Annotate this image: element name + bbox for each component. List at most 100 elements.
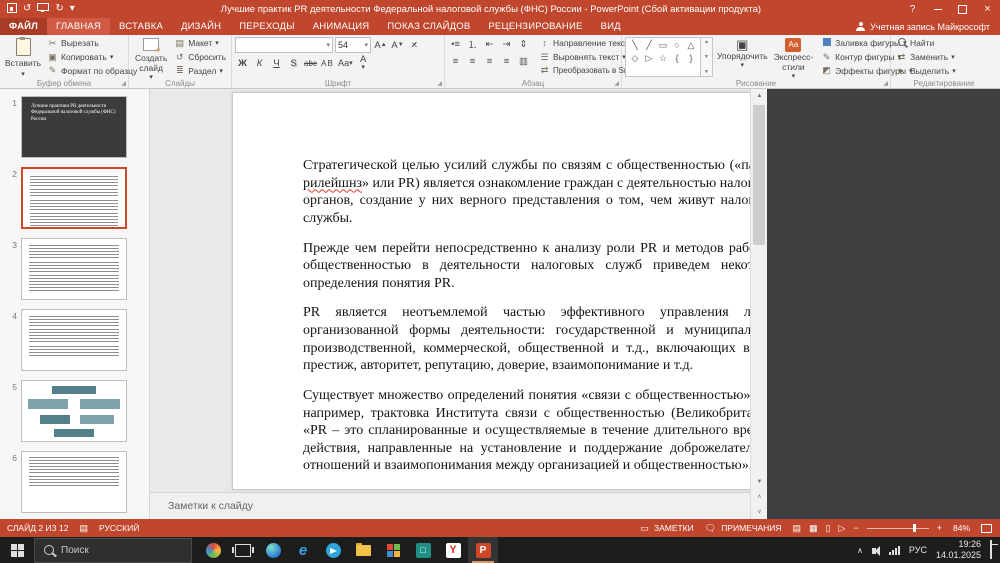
- layout-button[interactable]: ▤ Макет: [172, 37, 228, 50]
- action-center-icon[interactable]: [990, 541, 992, 559]
- thumbnail-1-preview[interactable]: Лучшие практики PR деятельности Федераль…: [21, 96, 127, 158]
- zoom-out-icon[interactable]: −: [849, 523, 862, 533]
- account-button[interactable]: Учетная запись Майкрософт: [846, 18, 1000, 35]
- reset-button[interactable]: ↺ Сбросить: [172, 51, 228, 64]
- justify-icon[interactable]: ≡: [499, 54, 514, 68]
- minimize-button[interactable]: [925, 0, 950, 18]
- columns-icon[interactable]: ▥: [516, 54, 531, 68]
- thumbnail-slide-6[interactable]: 6: [0, 451, 149, 513]
- change-case-button[interactable]: Аа: [337, 56, 354, 70]
- arrange-button[interactable]: ▣ Упорядочить: [715, 37, 770, 77]
- help-button[interactable]: ?: [900, 0, 925, 18]
- tab-animations[interactable]: АНИМАЦИЯ: [304, 18, 379, 35]
- zoom-level[interactable]: 84%: [946, 523, 977, 533]
- underline-button[interactable]: Ч: [269, 56, 284, 70]
- edge-icon[interactable]: [258, 537, 288, 563]
- thumbnail-slide-1[interactable]: 1 Лучшие практики PR деятельности Федера…: [0, 96, 149, 158]
- shapes-gallery-scroll[interactable]: ▲ ▼ ▼: [701, 37, 713, 77]
- tab-transitions[interactable]: ПЕРЕХОДЫ: [230, 18, 303, 35]
- italic-button[interactable]: К: [252, 56, 267, 70]
- shape-brace-right-icon[interactable]: }: [689, 54, 692, 63]
- select-button[interactable]: ▸ Выделить: [894, 64, 958, 77]
- network-icon[interactable]: [889, 546, 900, 555]
- increase-indent-icon[interactable]: ⇥: [499, 37, 514, 51]
- save-icon[interactable]: [7, 3, 17, 16]
- tab-file[interactable]: ФАЙЛ: [0, 18, 47, 35]
- copy-button[interactable]: ▣ Копировать: [45, 51, 139, 64]
- shape-triangle-icon[interactable]: △: [688, 41, 695, 50]
- tab-home[interactable]: ГЛАВНАЯ: [47, 18, 110, 35]
- thumbnail-slide-4[interactable]: 4: [0, 309, 149, 371]
- paste-button[interactable]: Вставить: [3, 37, 43, 77]
- replace-button[interactable]: ⇄ Заменить: [894, 51, 958, 64]
- shape-star-icon[interactable]: ☆: [659, 54, 667, 63]
- align-center-icon[interactable]: ≡: [465, 54, 480, 68]
- volume-icon[interactable]: [872, 541, 880, 559]
- thumbnail-5-preview[interactable]: [21, 380, 127, 442]
- cut-button[interactable]: ✂ Вырезать: [45, 37, 139, 50]
- next-slide-icon[interactable]: ∨: [751, 504, 768, 519]
- tab-review[interactable]: РЕЦЕНЗИРОВАНИЕ: [479, 18, 591, 35]
- spellcheck-icon[interactable]: ▤: [75, 523, 92, 534]
- clear-formatting-button[interactable]: 🞪: [407, 38, 422, 52]
- restore-button[interactable]: [950, 0, 975, 18]
- tab-slideshow[interactable]: ПОКАЗ СЛАЙДОВ: [378, 18, 479, 35]
- slide-text-placeholder[interactable]: Стратегической целью усилий службы по св…: [303, 157, 783, 487]
- decrease-indent-icon[interactable]: ⇤: [482, 37, 497, 51]
- thumbnail-4-preview[interactable]: [21, 309, 127, 371]
- numbering-icon[interactable]: ⒈: [465, 37, 480, 51]
- drawing-dialog-launcher-icon[interactable]: ◢: [883, 81, 888, 87]
- thumbnail-slide-5[interactable]: 5: [0, 380, 149, 442]
- grow-font-button[interactable]: А▲: [373, 38, 388, 52]
- format-painter-button[interactable]: ✎ Формат по образцу: [45, 64, 139, 77]
- shape-line-icon[interactable]: ╲: [632, 41, 637, 50]
- task-view-icon[interactable]: [228, 537, 258, 563]
- reading-view-icon[interactable]: ▯: [822, 523, 835, 534]
- notes-toggle[interactable]: ЗАМЕТКИ: [653, 523, 701, 533]
- font-size-input[interactable]: 54 ▾: [335, 37, 371, 53]
- qat-customize-icon[interactable]: ▾: [70, 4, 75, 14]
- app-icon[interactable]: □: [408, 537, 438, 563]
- thumbnail-slide-3[interactable]: 3: [0, 238, 149, 300]
- zoom-slider-knob[interactable]: [913, 524, 916, 532]
- hidden-icons-icon[interactable]: ∧: [857, 546, 863, 555]
- text-shadow-button[interactable]: S: [286, 56, 301, 70]
- previous-slide-icon[interactable]: ∧: [751, 489, 768, 504]
- start-button[interactable]: [0, 537, 34, 563]
- file-explorer-icon[interactable]: [348, 537, 378, 563]
- browser-ball-icon[interactable]: [198, 537, 228, 563]
- find-button[interactable]: Найти: [894, 37, 958, 50]
- slideshow-view-icon[interactable]: ▷: [835, 523, 850, 534]
- shape-pointer-icon[interactable]: ▷: [646, 54, 653, 63]
- scroll-up-icon[interactable]: ▲: [751, 88, 768, 103]
- vertical-scrollbar[interactable]: ▲ ▼ ∧ ∨: [750, 88, 768, 519]
- strikethrough-button[interactable]: abc: [303, 56, 318, 70]
- language-indicator[interactable]: РУССКИЙ: [92, 523, 146, 533]
- shapes-scroll-down-icon[interactable]: ▼: [704, 54, 709, 60]
- notes-toggle-icon[interactable]: ▭: [636, 523, 653, 534]
- comments-toggle[interactable]: ПРИМЕЧАНИЯ: [720, 523, 788, 533]
- scroll-down-icon[interactable]: ▼: [751, 474, 768, 489]
- messenger-icon[interactable]: [318, 537, 348, 563]
- shape-arrow-icon[interactable]: ╱: [646, 41, 651, 50]
- slide-sorter-view-icon[interactable]: ▦: [805, 523, 822, 534]
- zoom-slider[interactable]: [867, 528, 929, 529]
- new-slide-button[interactable]: Создать слайд: [132, 37, 170, 77]
- normal-view-icon[interactable]: ▤: [789, 523, 806, 534]
- yandex-browser-icon[interactable]: Y: [438, 537, 468, 563]
- comments-toggle-icon[interactable]: 🗨: [701, 523, 720, 534]
- bold-button[interactable]: Ж: [235, 56, 250, 70]
- line-spacing-icon[interactable]: ⇕: [516, 37, 531, 51]
- clock[interactable]: 19:26 14.01.2025: [936, 539, 981, 561]
- section-button[interactable]: ≣ Раздел: [172, 64, 228, 77]
- font-name-input[interactable]: ▾: [235, 37, 333, 53]
- slideshow-from-start-icon[interactable]: [37, 4, 49, 15]
- redo-icon[interactable]: ↻: [55, 4, 63, 14]
- clipboard-dialog-launcher-icon[interactable]: ◢: [121, 81, 126, 87]
- language-switcher[interactable]: РУС: [909, 545, 927, 555]
- thumbnail-slide-2[interactable]: 2: [0, 167, 149, 229]
- character-spacing-button[interactable]: АВ: [320, 56, 335, 70]
- fit-slide-icon[interactable]: [977, 523, 1000, 534]
- close-button[interactable]: ×: [975, 0, 1000, 18]
- shape-diamond-icon[interactable]: ◇: [632, 54, 639, 63]
